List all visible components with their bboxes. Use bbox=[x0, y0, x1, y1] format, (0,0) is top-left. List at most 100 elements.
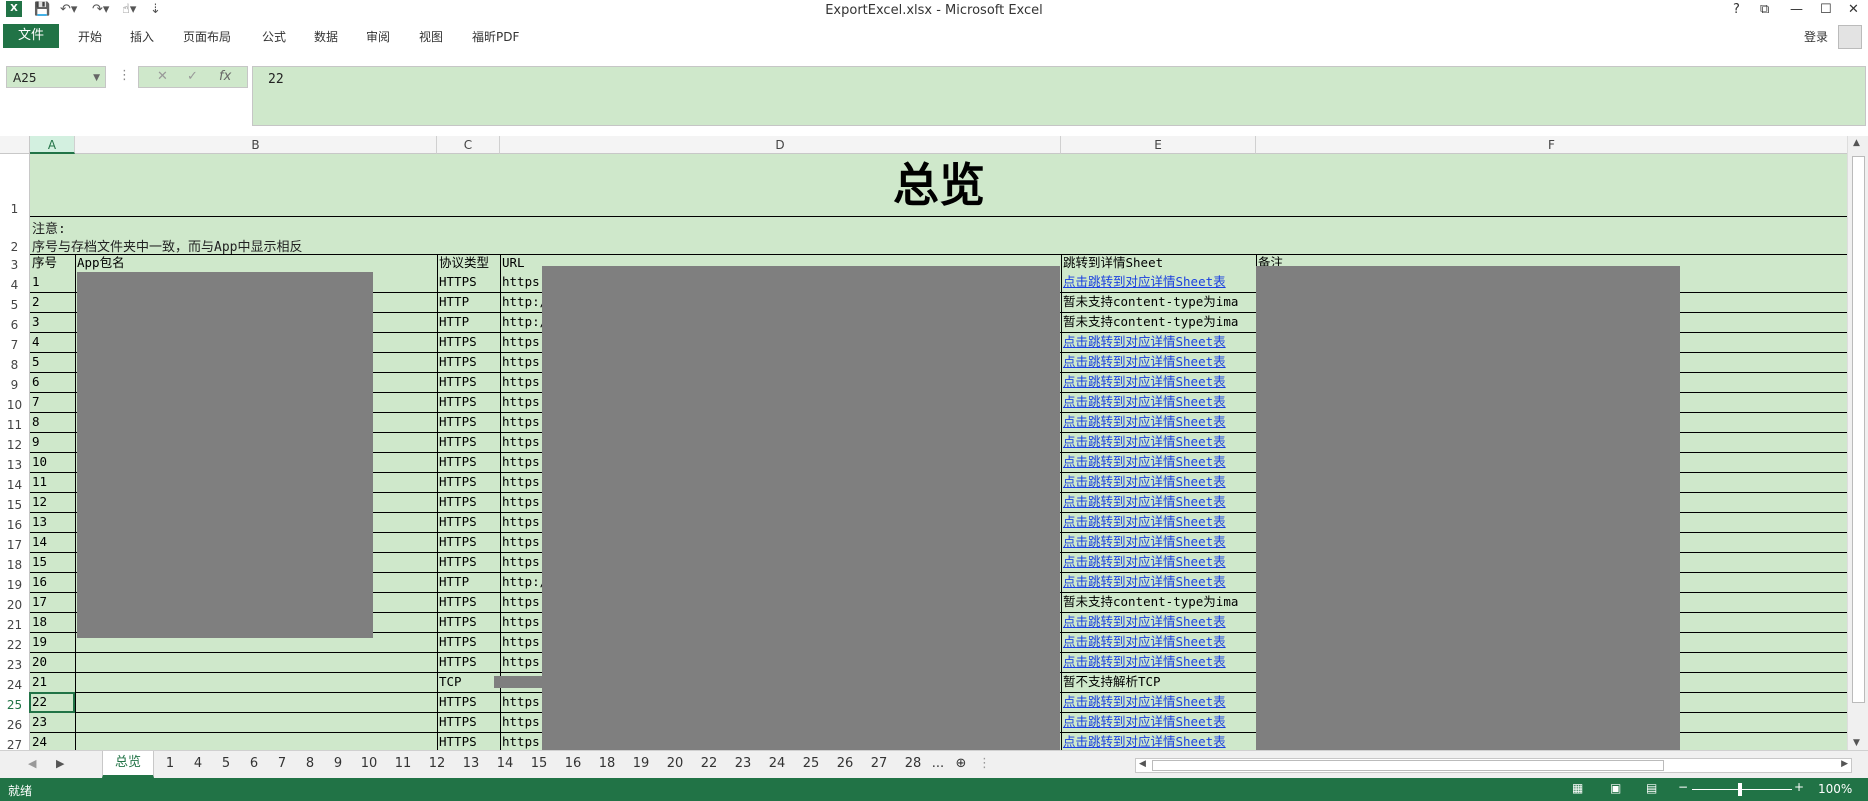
row-header[interactable]: 16 bbox=[0, 512, 30, 532]
row-header[interactable]: 27 bbox=[0, 732, 30, 750]
row-header[interactable]: 7 bbox=[0, 332, 30, 352]
cell-seq[interactable]: 5 bbox=[30, 353, 75, 372]
tab-view[interactable]: 视图 bbox=[419, 28, 443, 45]
sheet-tab-9[interactable]: 9 bbox=[324, 756, 352, 771]
zoom-out-icon[interactable]: − bbox=[1678, 780, 1688, 794]
minimize-button[interactable]: — bbox=[1790, 2, 1803, 17]
cell-url[interactable]: https: bbox=[500, 273, 545, 292]
row-header[interactable]: 12 bbox=[0, 432, 30, 452]
sheet-tab-10[interactable]: 10 bbox=[352, 756, 386, 771]
column-header-e[interactable]: E bbox=[1061, 136, 1256, 154]
cell-protocol[interactable]: HTTPS bbox=[437, 433, 500, 452]
cell-seq[interactable]: 19 bbox=[30, 633, 75, 652]
close-button[interactable]: ✕ bbox=[1848, 2, 1859, 17]
cell-seq[interactable]: 4 bbox=[30, 333, 75, 352]
cell-url[interactable]: https: bbox=[500, 453, 545, 472]
cell-seq[interactable]: 9 bbox=[30, 433, 75, 452]
header-protocol[interactable]: 协议类型 bbox=[437, 254, 500, 272]
row-header[interactable]: 13 bbox=[0, 452, 30, 472]
tab-review[interactable]: 审阅 bbox=[366, 28, 390, 45]
row-header[interactable]: 2 bbox=[0, 216, 30, 254]
cell-seq[interactable]: 7 bbox=[30, 393, 75, 412]
sheet-tab-19[interactable]: 19 bbox=[624, 756, 658, 771]
cell-jump[interactable]: 点击跳转到对应详情Sheet表 bbox=[1061, 693, 1256, 712]
sheet-tab-12[interactable]: 12 bbox=[420, 756, 454, 771]
sheet-tab-8[interactable]: 8 bbox=[296, 756, 324, 771]
tab-splitter-icon[interactable]: ⋮ bbox=[978, 756, 991, 771]
cell-protocol[interactable]: HTTPS bbox=[437, 333, 500, 352]
column-header-f[interactable]: F bbox=[1256, 136, 1848, 154]
tab-file[interactable]: 文件 bbox=[3, 24, 59, 48]
sheet-tab-28[interactable]: 28 bbox=[896, 756, 930, 771]
cell-seq[interactable]: 11 bbox=[30, 473, 75, 492]
add-sheet-icon[interactable]: ⊕ bbox=[952, 756, 970, 771]
name-box[interactable]: A25 ▼ bbox=[6, 66, 106, 88]
sheet-tab-13[interactable]: 13 bbox=[454, 756, 488, 771]
cell-seq[interactable]: 3 bbox=[30, 313, 75, 332]
cell-protocol[interactable]: HTTPS bbox=[437, 653, 500, 672]
formula-input[interactable]: 22 bbox=[252, 66, 1866, 126]
cell-url[interactable]: https: bbox=[500, 413, 545, 432]
header-jump[interactable]: 跳转到详情Sheet bbox=[1061, 254, 1256, 272]
cell-url[interactable]: http:/ bbox=[500, 573, 545, 592]
zoom-in-icon[interactable]: + bbox=[1794, 780, 1804, 794]
tab-foxit-pdf[interactable]: 福昕PDF bbox=[472, 28, 519, 45]
sheet-tab-15[interactable]: 15 bbox=[522, 756, 556, 771]
cell-url[interactable]: https: bbox=[500, 353, 545, 372]
sheet-tab-26[interactable]: 26 bbox=[828, 756, 862, 771]
cell-protocol[interactable]: HTTPS bbox=[437, 533, 500, 552]
cell-url[interactable]: https: bbox=[500, 653, 545, 672]
maximize-button[interactable]: ☐ bbox=[1820, 2, 1832, 17]
row-header[interactable]: 4 bbox=[0, 272, 30, 292]
cell-jump[interactable]: 暂未支持content-type为ima bbox=[1061, 293, 1256, 312]
cell-jump[interactable]: 点击跳转到对应详情Sheet表 bbox=[1061, 353, 1256, 372]
cell-url[interactable]: http:/ bbox=[500, 313, 545, 332]
cell-url[interactable]: https: bbox=[500, 593, 545, 612]
sheet-tab-14[interactable]: 14 bbox=[488, 756, 522, 771]
row-header[interactable]: 3 bbox=[0, 254, 30, 272]
cell-jump[interactable]: 点击跳转到对应详情Sheet表 bbox=[1061, 333, 1256, 352]
column-header-a[interactable]: A bbox=[30, 136, 75, 154]
cancel-icon[interactable]: ✕ bbox=[157, 69, 168, 84]
enter-icon[interactable]: ✓ bbox=[187, 69, 198, 84]
cell-jump[interactable]: 点击跳转到对应详情Sheet表 bbox=[1061, 613, 1256, 632]
cell-protocol[interactable]: HTTPS bbox=[437, 393, 500, 412]
cell-protocol[interactable]: HTTP bbox=[437, 313, 500, 332]
sign-in-link[interactable]: 登录 bbox=[1804, 28, 1828, 45]
cell-jump[interactable]: 点击跳转到对应详情Sheet表 bbox=[1061, 373, 1256, 392]
row-header[interactable]: 22 bbox=[0, 632, 30, 652]
sheet-tab-6[interactable]: 6 bbox=[240, 756, 268, 771]
tab-data[interactable]: 数据 bbox=[314, 28, 338, 45]
zoom-level[interactable]: 100% bbox=[1818, 782, 1852, 796]
cell-protocol[interactable]: HTTPS bbox=[437, 713, 500, 732]
sheet-tab-5[interactable]: 5 bbox=[212, 756, 240, 771]
cell-url[interactable]: https: bbox=[500, 613, 545, 632]
cell-protocol[interactable]: HTTPS bbox=[437, 413, 500, 432]
scroll-up-icon[interactable]: ▲ bbox=[1853, 138, 1860, 148]
note-line-2[interactable]: 序号与存档文件夹中一致，而与App中显示相反 bbox=[32, 236, 302, 255]
row-header[interactable]: 19 bbox=[0, 572, 30, 592]
cell-jump[interactable]: 点击跳转到对应详情Sheet表 bbox=[1061, 633, 1256, 652]
cell-jump[interactable]: 点击跳转到对应详情Sheet表 bbox=[1061, 553, 1256, 572]
row-header[interactable]: 25 bbox=[0, 692, 30, 712]
cell-jump[interactable]: 点击跳转到对应详情Sheet表 bbox=[1061, 733, 1256, 750]
cell-jump[interactable]: 点击跳转到对应详情Sheet表 bbox=[1061, 453, 1256, 472]
select-all-corner[interactable] bbox=[0, 136, 30, 154]
cell-seq[interactable]: 8 bbox=[30, 413, 75, 432]
cell-protocol[interactable]: HTTPS bbox=[437, 513, 500, 532]
row-header[interactable]: 18 bbox=[0, 552, 30, 572]
worksheet-grid[interactable]: A B C D E F 1 2 3 4 5 6 7 8 9 10 11 12 13 14 15 16 17… bbox=[0, 136, 1868, 750]
cell-seq[interactable]: 1 bbox=[30, 273, 75, 292]
cell-jump[interactable]: 点击跳转到对应详情Sheet表 bbox=[1061, 493, 1256, 512]
vertical-scroll-thumb[interactable] bbox=[1852, 156, 1865, 703]
cell-seq[interactable]: 18 bbox=[30, 613, 75, 632]
cell-jump[interactable]: 点击跳转到对应详情Sheet表 bbox=[1061, 393, 1256, 412]
page-break-view-icon[interactable]: ▤ bbox=[1646, 781, 1657, 795]
sheet-tab-25[interactable]: 25 bbox=[794, 756, 828, 771]
row-header[interactable]: 10 bbox=[0, 392, 30, 412]
cell-area[interactable]: 总览 注意: 序号与存档文件夹中一致，而与App中显示相反 序号 App包名 协… bbox=[29, 154, 1848, 750]
cell-protocol[interactable]: HTTPS bbox=[437, 453, 500, 472]
column-header-d[interactable]: D bbox=[500, 136, 1061, 154]
cell-jump[interactable]: 点击跳转到对应详情Sheet表 bbox=[1061, 413, 1256, 432]
cell-jump[interactable]: 点击跳转到对应详情Sheet表 bbox=[1061, 713, 1256, 732]
